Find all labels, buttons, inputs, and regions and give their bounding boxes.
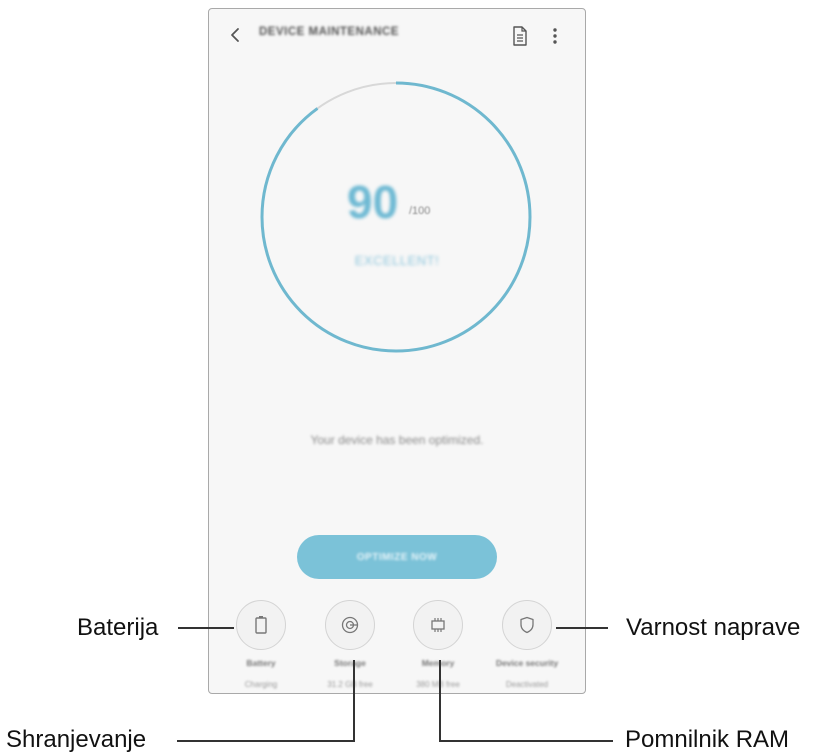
score-max: /100	[409, 205, 431, 217]
storage-tile-circle[interactable]	[325, 600, 375, 650]
storage-tile-label: Storage	[334, 658, 366, 668]
memory-callout-line-v	[439, 660, 441, 742]
storage-icon	[341, 616, 359, 634]
battery-tile-label: Battery	[246, 658, 276, 668]
battery-tile-circle[interactable]	[236, 600, 286, 650]
memory-tile[interactable]: Memory 380 MB free	[393, 600, 481, 690]
storage-callout-line-v	[353, 660, 355, 742]
optimized-message: Your device has been optimized.	[310, 433, 484, 447]
memory-callout: Pomnilnik RAM	[625, 726, 790, 753]
document-icon[interactable]	[511, 25, 529, 47]
memory-tile-value: 380 MB free	[416, 680, 460, 689]
optimize-now-label: OPTIMIZE NOW	[356, 551, 438, 563]
device-maintenance-screen: DEVICE MAINTENANCE 90 /100 EXCELLENT! Yo…	[208, 8, 586, 694]
battery-icon	[255, 616, 267, 634]
storage-tile-value: 31.2 GB free	[327, 680, 373, 689]
app-bar: DEVICE MAINTENANCE	[209, 9, 585, 63]
storage-callout: Shranjevanje	[6, 726, 147, 753]
more-vertical-icon[interactable]	[551, 25, 559, 47]
device-security-tile-label: Device security	[495, 658, 559, 668]
device-security-tile[interactable]: Device security Deactivated	[482, 600, 570, 690]
device-security-tile-circle[interactable]	[502, 600, 552, 650]
device-security-callout: Varnost naprave	[626, 614, 801, 641]
page-title: DEVICE MAINTENANCE	[259, 26, 399, 38]
storage-tile[interactable]: Storage 31.2 GB free	[305, 600, 393, 690]
device-security-tile-value: Deactivated	[505, 680, 549, 689]
memory-tile-circle[interactable]	[413, 600, 463, 650]
battery-callout-line	[178, 627, 234, 629]
storage-callout-line-h	[177, 740, 355, 742]
shield-icon	[520, 616, 534, 634]
memory-chip-icon	[431, 618, 445, 632]
battery-tile[interactable]: Battery Charging	[216, 600, 304, 690]
battery-tile-value: Charging	[244, 680, 278, 689]
memory-tile-label: Memory	[421, 658, 455, 668]
battery-callout: Baterija	[77, 614, 159, 641]
score-status: EXCELLENT!	[354, 253, 440, 268]
chevron-left-icon[interactable]	[225, 24, 247, 46]
score-value: 90	[347, 176, 399, 228]
security-callout-line	[556, 627, 608, 629]
memory-callout-line-h	[439, 740, 613, 742]
optimize-now-button[interactable]: OPTIMIZE NOW	[297, 535, 497, 579]
